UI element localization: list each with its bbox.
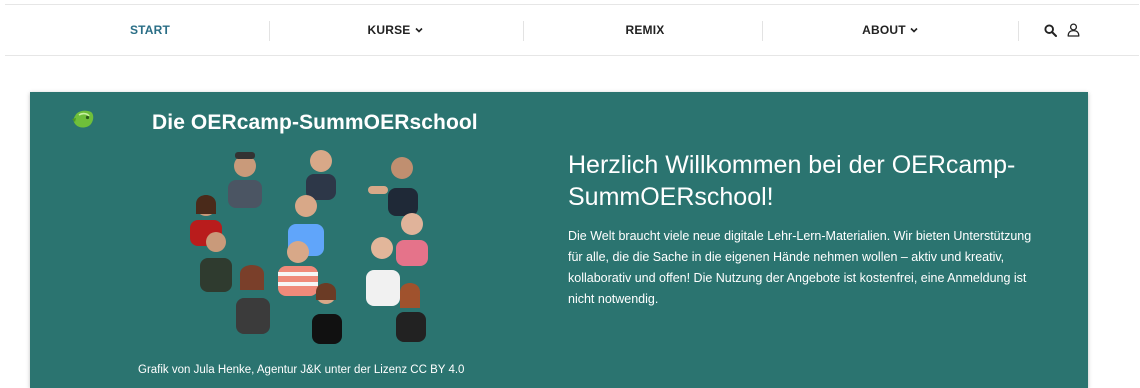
hero-title: Die OERcamp-SummOERschool	[152, 111, 478, 134]
nav-item-remix[interactable]: REMIX	[565, 5, 725, 55]
user-icon	[1067, 23, 1079, 37]
nav-item-label: REMIX	[625, 23, 665, 37]
hero-banner: Die OERcamp-SummOERschool Grafik von Jul…	[30, 92, 1088, 388]
nav-divider	[1018, 21, 1019, 41]
chevron-down-icon	[910, 27, 918, 33]
oercamp-logo	[72, 110, 94, 128]
nav-item-label: START	[129, 23, 171, 37]
welcome-text: Die Welt braucht viele neue digitale Leh…	[568, 229, 1032, 306]
nav-item-start[interactable]: START	[65, 5, 235, 55]
image-credit: Grafik von Jula Henke, Agentur J&K unter…	[138, 364, 465, 376]
search-button[interactable]	[1040, 20, 1060, 40]
nav-divider	[762, 21, 763, 41]
account-button[interactable]	[1063, 20, 1083, 40]
nav-divider	[269, 21, 270, 41]
people-illustration	[190, 150, 428, 344]
welcome-heading: Herzlich Willkommen bei der OERcamp-Summ…	[568, 151, 1016, 211]
nav-divider	[523, 21, 524, 41]
chevron-down-icon	[414, 27, 423, 33]
nav-item-kurse[interactable]: KURSE	[305, 5, 485, 55]
nav-item-about[interactable]: ABOUT	[805, 5, 975, 55]
search-icon	[1043, 23, 1057, 37]
main-navigation: START KURSE REMIX ABOUT	[5, 4, 1139, 56]
nav-item-label: ABOUT	[862, 23, 906, 37]
nav-item-label: KURSE	[367, 23, 411, 37]
